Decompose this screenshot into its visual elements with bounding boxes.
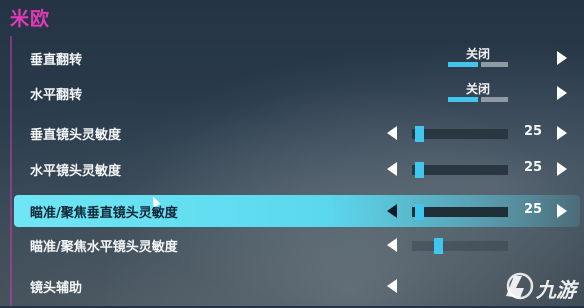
slider-value: 25: [524, 160, 543, 175]
sensitivity-slider[interactable]: [412, 204, 508, 220]
toggle-switch[interactable]: [448, 62, 508, 67]
toggle-switch[interactable]: [448, 97, 508, 102]
slider-handle[interactable]: [415, 126, 424, 142]
page-title: 米欧: [10, 8, 51, 30]
setting-label: 水平翻转: [30, 88, 83, 103]
watermark-text: 九游: [536, 278, 576, 302]
setting-label: 垂直翻转: [30, 53, 83, 68]
arrow-right-icon[interactable]: [557, 126, 567, 140]
arrow-left-icon[interactable]: [387, 238, 397, 252]
setting-row-aim-vertical-sensitivity[interactable]: 瞄准/聚焦垂直镜头灵敏度 25: [14, 195, 580, 227]
sensitivity-slider[interactable]: [412, 238, 508, 254]
slider-value: 25: [524, 124, 543, 139]
arrow-left-icon[interactable]: [387, 126, 397, 140]
toggle-state-text: 关闭: [466, 82, 491, 96]
arrow-left-icon[interactable]: [387, 204, 397, 218]
setting-label: 瞄准/聚焦水平镜头灵敏度: [30, 240, 178, 255]
setting-row-camera-assist[interactable]: 镜头辅助: [14, 270, 580, 302]
toggle-state-text: 关闭: [466, 47, 491, 61]
setting-label: 水平镜头灵敏度: [30, 164, 122, 179]
slider-handle[interactable]: [415, 204, 424, 220]
setting-row-horizontal-flip[interactable]: 水平翻转 关闭: [14, 77, 580, 109]
setting-row-vertical-flip[interactable]: 垂直翻转 关闭: [14, 42, 580, 74]
sensitivity-slider[interactable]: [412, 162, 508, 178]
slider-handle[interactable]: [415, 162, 424, 178]
setting-row-horizontal-camera-sensitivity[interactable]: 水平镜头灵敏度 25: [14, 153, 580, 185]
slider-value: 25: [524, 202, 543, 217]
arrow-left-icon[interactable]: [387, 162, 397, 176]
setting-row-vertical-camera-sensitivity[interactable]: 垂直镜头灵敏度 25: [14, 117, 580, 149]
arrow-right-icon[interactable]: [557, 204, 567, 218]
section-divider: [10, 36, 12, 306]
watermark: 九游: [500, 268, 584, 304]
arrow-right-icon[interactable]: [557, 51, 567, 65]
arrow-left-icon[interactable]: [387, 279, 397, 293]
arrow-right-icon[interactable]: [557, 86, 567, 100]
slider-handle[interactable]: [434, 238, 443, 254]
setting-label: 垂直镜头灵敏度: [30, 128, 122, 143]
setting-label: 镜头辅助: [30, 281, 83, 296]
setting-row-aim-horizontal-sensitivity[interactable]: 瞄准/聚焦水平镜头灵敏度: [14, 229, 580, 261]
sensitivity-slider[interactable]: [412, 126, 508, 142]
arrow-right-icon[interactable]: [557, 162, 567, 176]
